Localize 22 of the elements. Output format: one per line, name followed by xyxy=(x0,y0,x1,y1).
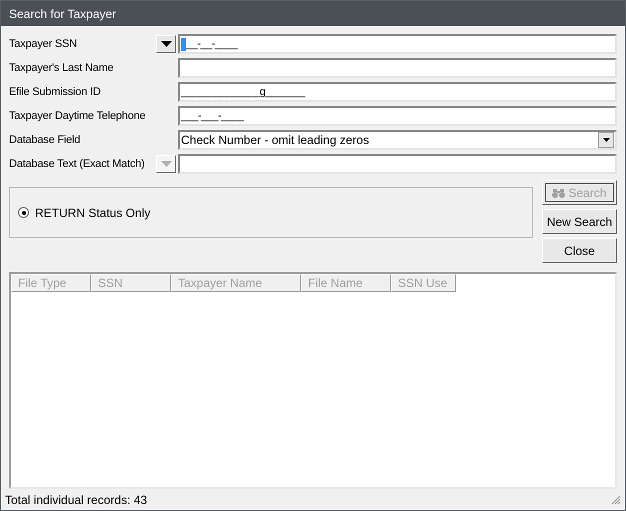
action-button[interactable]: New Search xyxy=(542,209,617,234)
binoculars-icon xyxy=(552,188,566,198)
action-button[interactable]: Close xyxy=(542,238,617,263)
caret-icon xyxy=(160,161,172,167)
caret-icon xyxy=(160,41,172,47)
resize-grip-icon xyxy=(610,494,621,505)
input-field[interactable]: ______________g_______ xyxy=(178,82,617,102)
input-field[interactable]: ___-___-____ xyxy=(178,106,617,126)
field-label: Efile Submission ID xyxy=(9,84,102,100)
field-label: Taxpayer SSN xyxy=(9,36,78,52)
input-field[interactable]: __-__-____ xyxy=(178,34,617,54)
window-title: Search for Taxpayer xyxy=(9,6,116,22)
field-label: Database Text (Exact Match) xyxy=(9,156,146,172)
field-label: Taxpayer Daytime Telephone xyxy=(9,108,146,124)
radio-button[interactable] xyxy=(18,207,29,218)
caret-icon xyxy=(602,138,610,142)
status-text: Total individual records: 43 xyxy=(5,492,148,508)
field-label: Database Field xyxy=(9,132,82,148)
field-label: Taxpayer's Last Name xyxy=(9,60,114,76)
dropdown-button[interactable] xyxy=(156,35,176,53)
radio-option[interactable]: RETURN Status Only xyxy=(18,204,150,222)
select-field[interactable]: Check Number - omit leading zeros xyxy=(178,130,617,150)
